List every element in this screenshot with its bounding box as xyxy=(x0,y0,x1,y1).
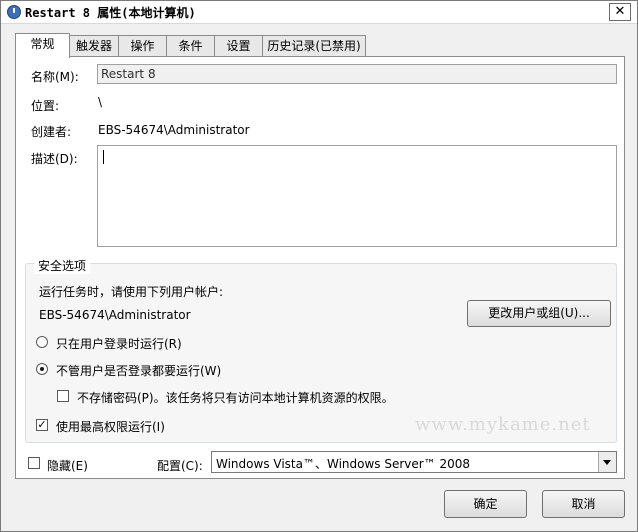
configure-dropdown[interactable]: Windows Vista™、Windows Server™ 2008 xyxy=(211,451,617,473)
change-user-button[interactable]: 更改用户或组(U)... xyxy=(467,300,611,327)
hidden-checkbox[interactable] xyxy=(28,457,40,469)
do-not-store-password-label[interactable]: 不存储密码(P)。该任务将只有访问本地计算机资源的权限。 xyxy=(77,389,394,406)
properties-dialog: Restart 8 属性(本地计算机) ✕ 常规 触发器 操作 条件 设置 历史… xyxy=(0,0,638,532)
cancel-button[interactable]: 取消 xyxy=(542,490,625,518)
text-caret xyxy=(103,150,104,164)
tab-actions[interactable]: 操作 xyxy=(118,35,167,56)
run-whether-logged-on-radio[interactable] xyxy=(36,363,48,375)
tab-conditions[interactable]: 条件 xyxy=(166,35,215,56)
location-value: \ xyxy=(98,95,103,109)
chevron-down-icon[interactable] xyxy=(598,452,616,472)
run-only-logged-on-label[interactable]: 只在用户登录时运行(R) xyxy=(56,335,182,352)
title-bar: Restart 8 属性(本地计算机) ✕ xyxy=(1,1,637,24)
name-field: Restart 8 xyxy=(97,64,617,84)
security-options-title: 安全选项 xyxy=(34,257,91,274)
tab-history[interactable]: 历史记录(已禁用) xyxy=(262,35,366,56)
watermark: www.mykame.net xyxy=(415,414,591,435)
tab-settings[interactable]: 设置 xyxy=(214,35,263,56)
configure-value: Windows Vista™、Windows Server™ 2008 xyxy=(216,457,471,471)
run-only-logged-on-radio[interactable] xyxy=(36,336,48,348)
name-label: 名称(M): xyxy=(31,70,79,84)
hidden-label[interactable]: 隐藏(E) xyxy=(47,457,88,474)
ok-button[interactable]: 确定 xyxy=(444,490,527,518)
author-label: 创建者: xyxy=(31,125,72,139)
highest-privileges-label[interactable]: 使用最高权限运行(I) xyxy=(56,418,165,435)
run-whether-logged-on-label[interactable]: 不管用户是否登录都要运行(W) xyxy=(56,362,221,379)
location-label: 位置: xyxy=(31,99,60,113)
task-scheduler-icon xyxy=(7,5,21,19)
description-textarea[interactable] xyxy=(97,145,617,247)
highest-privileges-checkbox[interactable]: ✓ xyxy=(36,419,48,431)
do-not-store-password-checkbox[interactable] xyxy=(57,390,69,402)
tab-triggers[interactable]: 触发器 xyxy=(69,35,119,56)
run-as-prompt: 运行任务时，请使用下列用户帐户: xyxy=(39,285,224,299)
window-title: Restart 8 属性(本地计算机) xyxy=(25,6,196,20)
description-label: 描述(D): xyxy=(31,152,78,166)
close-button[interactable]: ✕ xyxy=(609,3,631,21)
run-as-user: EBS-54674\Administrator xyxy=(39,308,191,322)
tab-general[interactable]: 常规 xyxy=(15,33,70,58)
configure-label: 配置(C): xyxy=(157,459,203,473)
author-value: EBS-54674\Administrator xyxy=(98,123,250,137)
